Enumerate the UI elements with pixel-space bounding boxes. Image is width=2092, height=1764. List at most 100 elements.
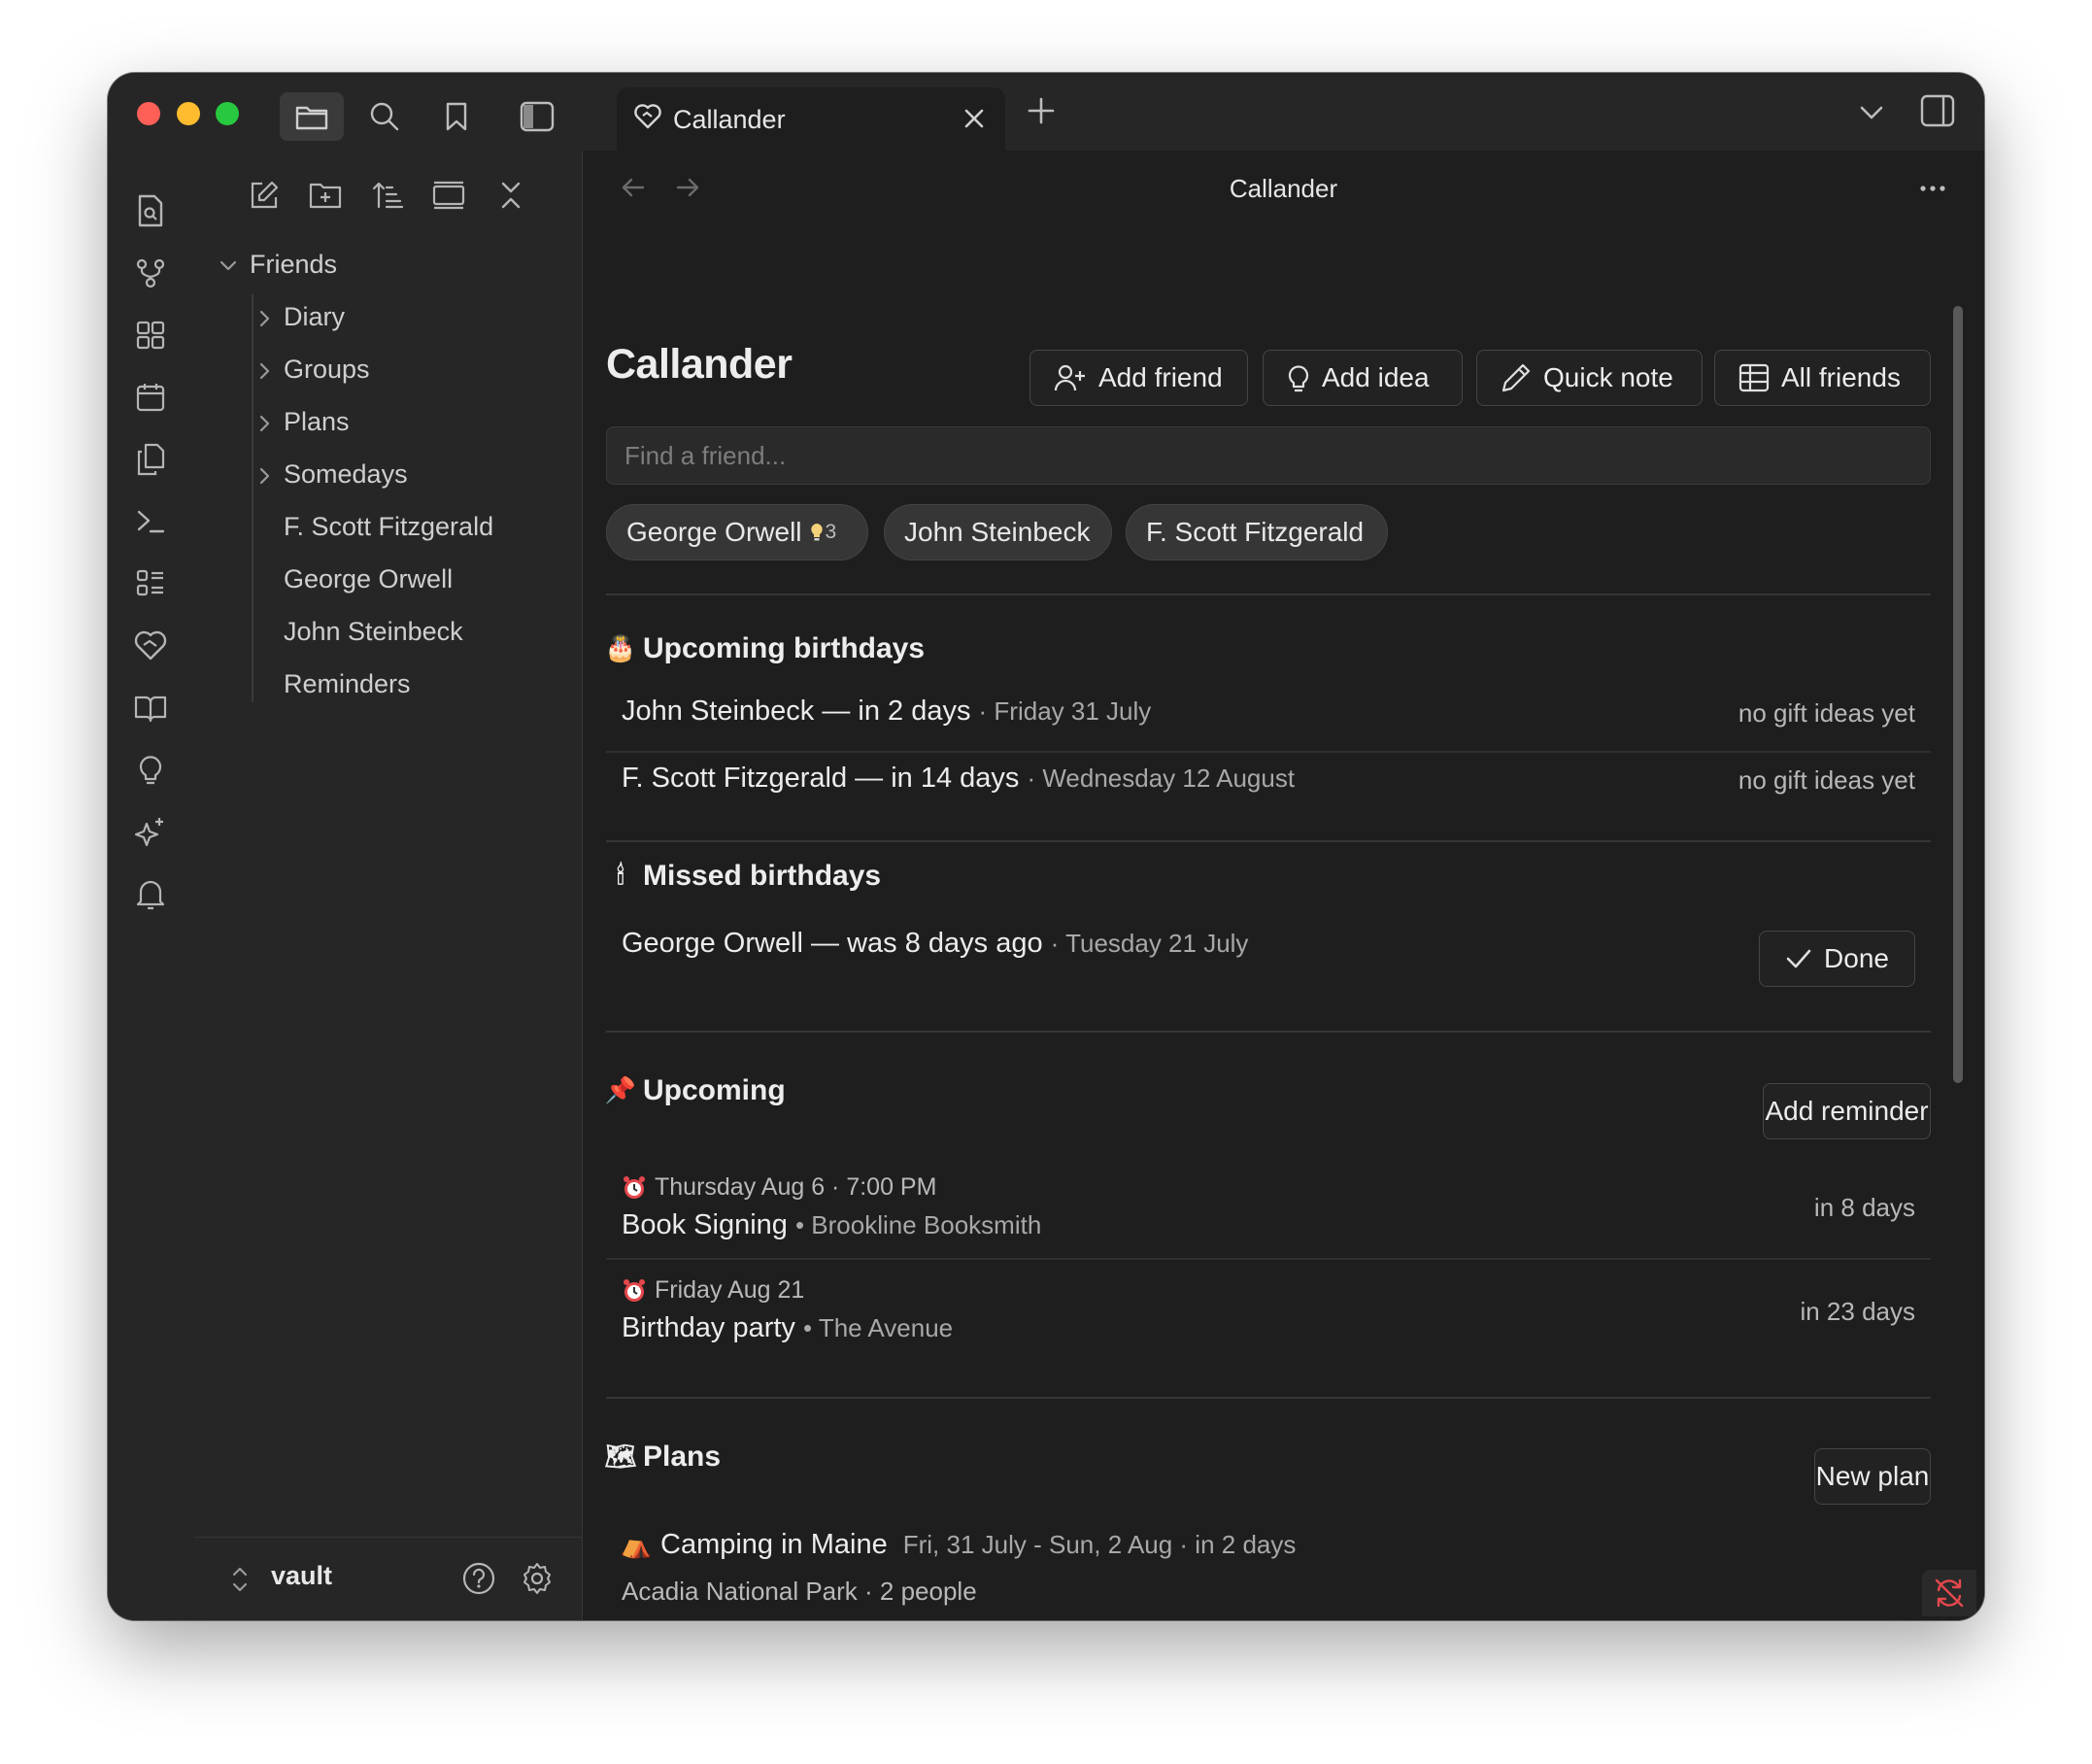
terminal-icon [137, 510, 165, 533]
section-divider [606, 1031, 1931, 1033]
sync-status-button[interactable] [1922, 1570, 1976, 1616]
file-search-icon [138, 194, 163, 227]
bookmark-icon [446, 102, 467, 131]
chevron-down-icon [1860, 106, 1883, 119]
open-callander-button[interactable] [131, 627, 170, 665]
friend-chip-fitzgerald[interactable]: F. Scott Fitzgerald [1126, 504, 1388, 560]
birthday-row[interactable]: F. Scott Fitzgerald — in 14 days · Wedne… [622, 763, 1295, 795]
row-divider [606, 1258, 1931, 1260]
gift-ideas-status: no gift ideas yet [1738, 765, 1915, 795]
close-tab-button[interactable] [957, 101, 992, 136]
ai-assistant-button[interactable] [131, 813, 170, 852]
chevron-right-icon[interactable] [254, 466, 274, 491]
files-toggle-button[interactable] [280, 92, 344, 141]
pencil-icon [1502, 363, 1531, 392]
book-open-icon [134, 695, 167, 723]
chevron-right-icon[interactable] [254, 361, 274, 386]
minimize-window-button[interactable] [177, 102, 200, 125]
tab-title: Callander [673, 105, 786, 134]
scrollbar-thumb[interactable] [1953, 306, 1963, 1083]
done-label: Done [1824, 943, 1889, 973]
chevron-down-icon[interactable] [219, 255, 238, 280]
tree-folder-somedays[interactable]: Somedays [284, 459, 408, 490]
settings-button[interactable] [520, 1561, 555, 1601]
reminders-button[interactable] [131, 875, 170, 914]
friend-chip-steinbeck[interactable]: John Steinbeck [884, 504, 1112, 560]
reading-button[interactable] [131, 689, 170, 728]
reminder-row[interactable]: Book Signing • Brookline Booksmith [622, 1209, 1041, 1241]
tree-folder-friends[interactable]: Friends [250, 250, 337, 280]
reminder-datetime: Friday Aug 21 [655, 1276, 805, 1304]
bell-icon [136, 880, 165, 910]
reminder-location: • The Avenue [802, 1313, 954, 1342]
tab-callander[interactable]: Callander [617, 87, 1005, 151]
tree-folder-plans[interactable]: Plans [284, 407, 350, 437]
tree-file-fitzgerald[interactable]: F. Scott Fitzgerald [284, 512, 493, 542]
tree-file-orwell[interactable]: George Orwell [284, 564, 453, 594]
auto-reveal-button[interactable] [427, 174, 470, 217]
reminder-datetime: Thursday Aug 6 · 7:00 PM [655, 1173, 937, 1201]
ideas-button[interactable] [131, 751, 170, 790]
chevron-right-icon[interactable] [254, 414, 274, 438]
tree-guide [252, 294, 253, 702]
friend-chip-orwell[interactable]: George Orwell 3 [606, 504, 868, 560]
reminder-row[interactable]: Birthday party • The Avenue [622, 1312, 953, 1344]
templates-button[interactable] [131, 440, 170, 479]
collapse-all-button[interactable] [489, 174, 532, 217]
chevron-right-icon[interactable] [254, 309, 274, 333]
folder-plus-icon [309, 183, 342, 209]
check-icon [1786, 949, 1811, 968]
plan-row[interactable]: ⛺ Camping in Maine Fri, 31 July - Sun, 2… [621, 1529, 1297, 1561]
missed-birthday-row[interactable]: George Orwell — was 8 days ago · Tuesday… [622, 928, 1248, 960]
map-icon: 🗺 [604, 1442, 637, 1472]
command-palette-button[interactable] [131, 502, 170, 541]
panel-icon [432, 181, 465, 210]
open-daily-note-button[interactable] [131, 378, 170, 417]
tree-file-reminders[interactable]: Reminders [284, 669, 411, 699]
open-canvas-button[interactable] [131, 316, 170, 355]
layout-grid-icon [136, 321, 165, 350]
help-button[interactable] [461, 1561, 496, 1601]
search-button[interactable] [353, 92, 417, 141]
more-horizontal-icon [1920, 186, 1945, 191]
section-divider [606, 1397, 1931, 1399]
done-button[interactable]: Done [1759, 931, 1915, 987]
tab-list-button[interactable] [1858, 98, 1885, 130]
vault-switcher-button[interactable] [230, 1565, 250, 1599]
calendar-icon [136, 384, 165, 412]
new-note-button[interactable] [243, 174, 286, 217]
quick-note-button[interactable]: Quick note [1476, 350, 1703, 406]
toggle-right-sidebar-button[interactable] [1920, 94, 1955, 132]
toggle-sidebar-button[interactable] [505, 92, 569, 141]
birthday-date: · Friday 31 July [978, 696, 1152, 726]
new-tab-button[interactable] [1027, 96, 1056, 130]
open-quick-switcher-button[interactable] [131, 191, 170, 230]
add-idea-button[interactable]: Add idea [1263, 350, 1463, 406]
tree-folder-diary[interactable]: Diary [284, 302, 345, 332]
upcoming-heading: 📌 Upcoming [605, 1074, 786, 1107]
bases-button[interactable] [131, 564, 170, 603]
open-graph-view-button[interactable] [131, 254, 170, 292]
file-explorer: Friends Diary Groups Plans Somedays F. S… [193, 151, 583, 1620]
lightbulb-icon [1288, 365, 1309, 392]
new-plan-button[interactable]: New plan [1814, 1448, 1931, 1505]
add-friend-button[interactable]: Add friend [1029, 350, 1248, 406]
chip-label: John Steinbeck [904, 517, 1091, 547]
heart-handshake-icon [134, 630, 167, 661]
birthday-row[interactable]: John Steinbeck — in 2 days · Friday 31 J… [622, 695, 1151, 728]
sort-button[interactable] [366, 174, 409, 217]
tree-file-steinbeck[interactable]: John Steinbeck [284, 617, 463, 647]
close-window-button[interactable] [137, 102, 160, 125]
vault-name[interactable]: vault [271, 1561, 332, 1591]
bookmarks-button[interactable] [424, 92, 489, 141]
find-friend-input[interactable] [606, 426, 1931, 485]
new-folder-button[interactable] [304, 174, 347, 217]
more-options-button[interactable] [1918, 174, 1947, 208]
page-title: Callander [606, 341, 793, 388]
help-circle-icon [462, 1562, 495, 1595]
tree-folder-groups[interactable]: Groups [284, 355, 370, 385]
section-title: Upcoming birthdays [643, 632, 926, 664]
all-friends-button[interactable]: All friends [1714, 350, 1931, 406]
add-reminder-button[interactable]: Add reminder [1763, 1083, 1931, 1139]
zoom-window-button[interactable] [216, 102, 239, 125]
